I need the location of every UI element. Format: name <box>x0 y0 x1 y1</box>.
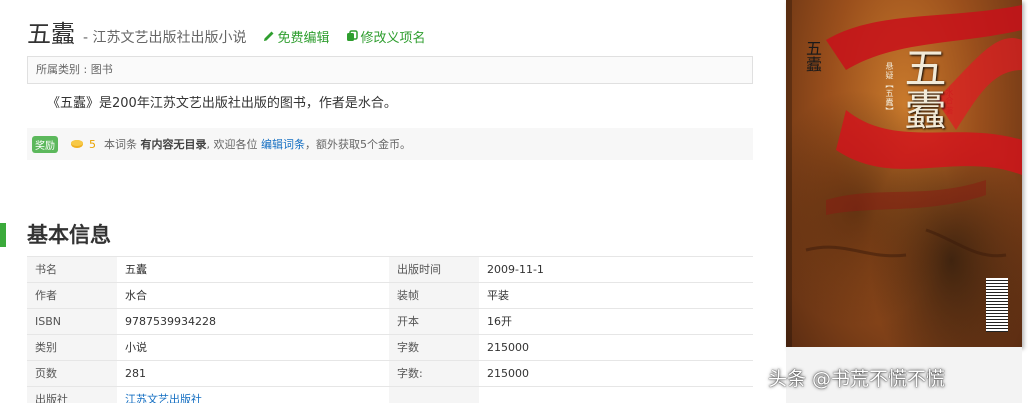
cover-title: 五蠹 <box>898 46 947 130</box>
category-bar: 所属类别 : 图书 <box>27 56 753 84</box>
cover-author: 水合 著 <box>945 88 954 115</box>
section-title: 基本信息 <box>27 223 111 247</box>
info-value: 2009-11-1 <box>487 263 544 276</box>
barcode-icon <box>986 278 1008 332</box>
info-key: 出版社 <box>27 387 117 403</box>
modify-sense-label: 修改义项名 <box>360 30 426 46</box>
copy-icon <box>346 30 358 41</box>
category-label: 所属类别 : 图书 <box>36 63 113 76</box>
table-row: 作者 水合 装帧 平装 <box>27 283 753 309</box>
reward-badge: 奖励 <box>32 135 58 153</box>
table-row: 书名 五蠹 出版时间 2009-11-1 <box>27 257 753 283</box>
info-value: 平装 <box>487 289 509 302</box>
info-value: 215000 <box>487 367 529 380</box>
info-value: 16开 <box>487 315 512 328</box>
publisher-link[interactable]: 江苏文艺出版社 <box>125 393 202 403</box>
info-value: 281 <box>125 367 146 380</box>
section-accent-bar <box>0 223 6 247</box>
info-value: 水合 <box>125 289 147 302</box>
table-row: 页数 281 字数: 215000 <box>27 361 753 387</box>
basic-info-table: 书名 五蠹 出版时间 2009-11-1 作者 水合 装帧 平装 ISBN 97… <box>27 256 753 403</box>
reward-text-middle: , 欢迎各位 <box>206 138 258 151</box>
book-cover-image[interactable]: 五蠹 悬疑【五蠹】 五蠹 水合 著 <box>786 0 1022 347</box>
info-key: 装帧 <box>389 283 479 308</box>
entry-header: 五蠹 - 江苏文艺出版社出版小说 免费编辑 修改义项名 <box>27 14 426 48</box>
free-edit-label: 免费编辑 <box>277 30 330 46</box>
table-row: 类别 小说 字数 215000 <box>27 335 753 361</box>
info-value: 五蠹 <box>125 263 147 276</box>
reward-text-before: 本词条 <box>104 138 137 151</box>
summary-text: 《五蠹》是200年江苏文艺出版社出版的图书，作者是水合。 <box>47 96 397 111</box>
info-key: 字数 <box>389 335 479 360</box>
page-subtitle: - 江苏文艺出版社出版小说 <box>83 30 247 46</box>
modify-sense-button[interactable]: 修改义项名 <box>346 27 426 46</box>
info-value: 215000 <box>487 341 529 354</box>
page-title: 五蠹 <box>27 20 75 48</box>
reward-text-after: ，额外获取5个金币。 <box>305 138 411 151</box>
info-key: 出版时间 <box>389 257 479 282</box>
watermark: 头条 @书荒不慌不慌 <box>768 368 946 390</box>
info-key: 作者 <box>27 283 117 308</box>
info-key: 字数: <box>389 361 479 386</box>
cover-small-text: 悬疑【五蠹】 <box>885 62 894 116</box>
info-value <box>479 387 753 403</box>
cover-side-title: 五蠹 <box>803 40 822 72</box>
info-key: 书名 <box>27 257 117 282</box>
reward-bold-text: 有内容无目录 <box>140 138 207 151</box>
free-edit-button[interactable]: 免费编辑 <box>263 27 330 46</box>
info-key <box>389 387 479 403</box>
info-value: 江苏文艺出版社 <box>117 387 389 403</box>
pencil-icon <box>263 31 274 41</box>
table-row: 出版社 江苏文艺出版社 <box>27 387 753 403</box>
page: 五蠹 - 江苏文艺出版社出版小说 免费编辑 修改义项名 所属类别 : 图书 《五… <box>0 0 1028 403</box>
info-value: 小说 <box>125 341 147 354</box>
edit-entry-link[interactable]: 编辑词条 <box>261 136 305 152</box>
info-key: 开本 <box>389 309 479 334</box>
info-value: 9787539934228 <box>125 315 216 328</box>
table-row: ISBN 9787539934228 开本 16开 <box>27 309 753 335</box>
book-cover-panel: 五蠹 悬疑【五蠹】 五蠹 水合 著 <box>781 0 1026 403</box>
reward-bar: 奖励 5 本词条 有内容无目录, 欢迎各位 编辑词条 ，额外获取5个金币。 <box>27 128 753 160</box>
info-key: 类别 <box>27 335 117 360</box>
coin-count: 5 <box>89 137 96 151</box>
info-key: ISBN <box>27 309 117 334</box>
info-key: 页数 <box>27 361 117 386</box>
coin-icon <box>71 140 83 148</box>
